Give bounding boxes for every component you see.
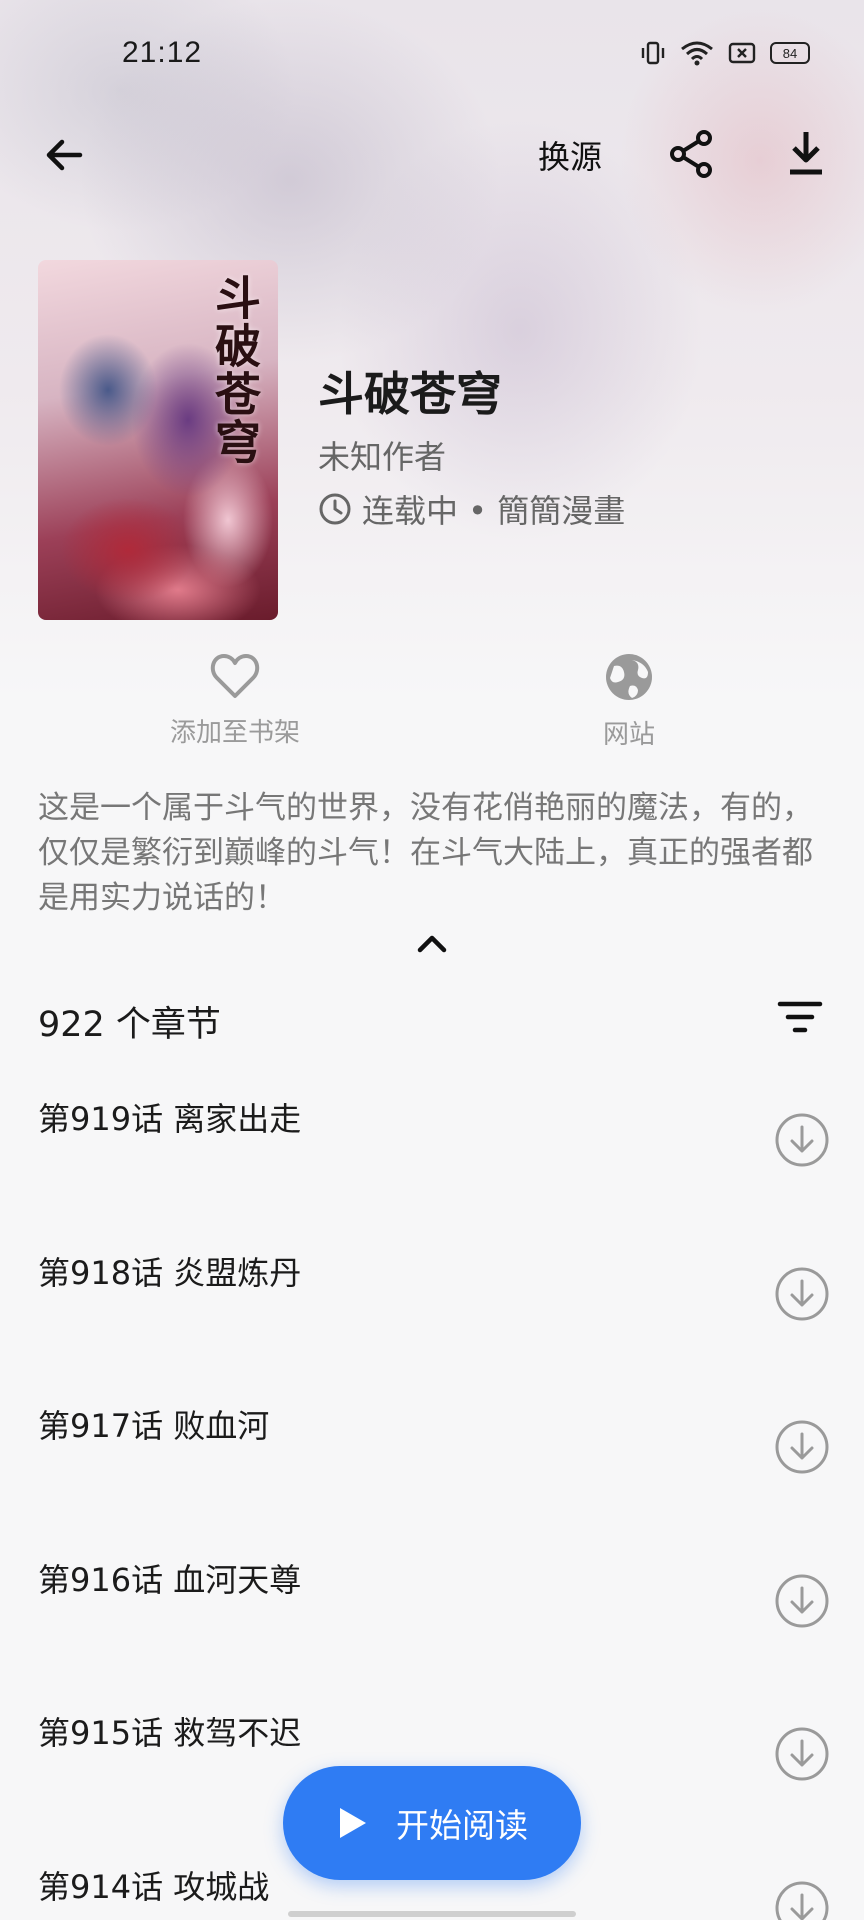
download-chapter-icon[interactable] (774, 1266, 830, 1322)
chapter-row[interactable]: 第919话 离家出走 (0, 1090, 864, 1244)
chapter-title: 第917话 败血河 (38, 1407, 270, 1445)
chapter-row[interactable]: 第916话 血河天尊 (0, 1551, 864, 1705)
chapter-count: 922 个章节 (38, 1005, 221, 1045)
download-chapter-icon[interactable] (774, 1726, 830, 1782)
start-reading-button[interactable]: 开始阅读 (283, 1766, 581, 1880)
globe-icon (606, 654, 652, 700)
chapter-row[interactable]: 第917话 败血河 (0, 1397, 864, 1551)
sim-card-icon (728, 42, 756, 64)
clock-icon (319, 493, 351, 525)
sort-filter-icon[interactable] (776, 996, 824, 1040)
website-label: 网站 (602, 720, 655, 750)
download-chapter-icon[interactable] (774, 1573, 830, 1629)
heart-icon (210, 654, 260, 698)
back-arrow-icon[interactable] (40, 130, 90, 180)
play-icon (340, 1808, 366, 1838)
chapter-row[interactable]: 第918话 炎盟炼丹 (0, 1244, 864, 1398)
download-chapter-icon[interactable] (774, 1112, 830, 1168)
chapter-title: 第914话 攻城战 (38, 1867, 270, 1906)
book-status: 连载中 • 簡簡漫畫 (318, 486, 625, 532)
book-cover[interactable]: 斗破苍穹 (38, 260, 278, 620)
chapter-title: 第915话 救驾不迟 (38, 1714, 302, 1752)
top-bar: 换源 (0, 118, 864, 190)
change-source-button[interactable]: 换源 (538, 132, 602, 178)
home-indicator[interactable] (288, 1911, 576, 1917)
add-to-shelf-button[interactable]: 添加至书架 (135, 652, 335, 749)
status-time: 21:12 (122, 36, 203, 69)
wifi-icon (681, 41, 713, 66)
add-to-shelf-label: 添加至书架 (169, 718, 300, 748)
book-description[interactable]: 这是一个属于斗气的世界，没有花俏艳丽的魔法，有的，仅仅是繁衍到巅峰的斗气！在斗气… (38, 786, 828, 921)
vibrate-icon (641, 41, 665, 65)
website-button[interactable]: 网站 (529, 652, 729, 751)
book-title: 斗破苍穹 (318, 367, 502, 421)
chevron-up-icon[interactable] (412, 930, 452, 958)
book-author[interactable]: 未知作者 (318, 432, 446, 478)
start-reading-label: 开始阅读 (396, 1806, 528, 1845)
chapter-title: 第918话 炎盟炼丹 (38, 1253, 302, 1292)
download-chapter-icon[interactable] (774, 1880, 830, 1920)
share-icon[interactable] (666, 128, 718, 180)
status-icons: 84 (640, 40, 810, 66)
battery-level: 84 (782, 45, 798, 61)
status-bar: 21:12 84 (0, 0, 864, 110)
download-icon[interactable] (780, 126, 832, 182)
chapter-title: 第919话 离家出走 (38, 1100, 302, 1138)
book-status-text: 连载中 • 簡簡漫畫 (362, 492, 626, 530)
battery-icon: 84 (770, 42, 810, 64)
download-chapter-icon[interactable] (774, 1419, 830, 1475)
cover-title: 斗破苍穹 (208, 274, 262, 466)
chapter-title: 第916话 血河天尊 (38, 1560, 302, 1599)
